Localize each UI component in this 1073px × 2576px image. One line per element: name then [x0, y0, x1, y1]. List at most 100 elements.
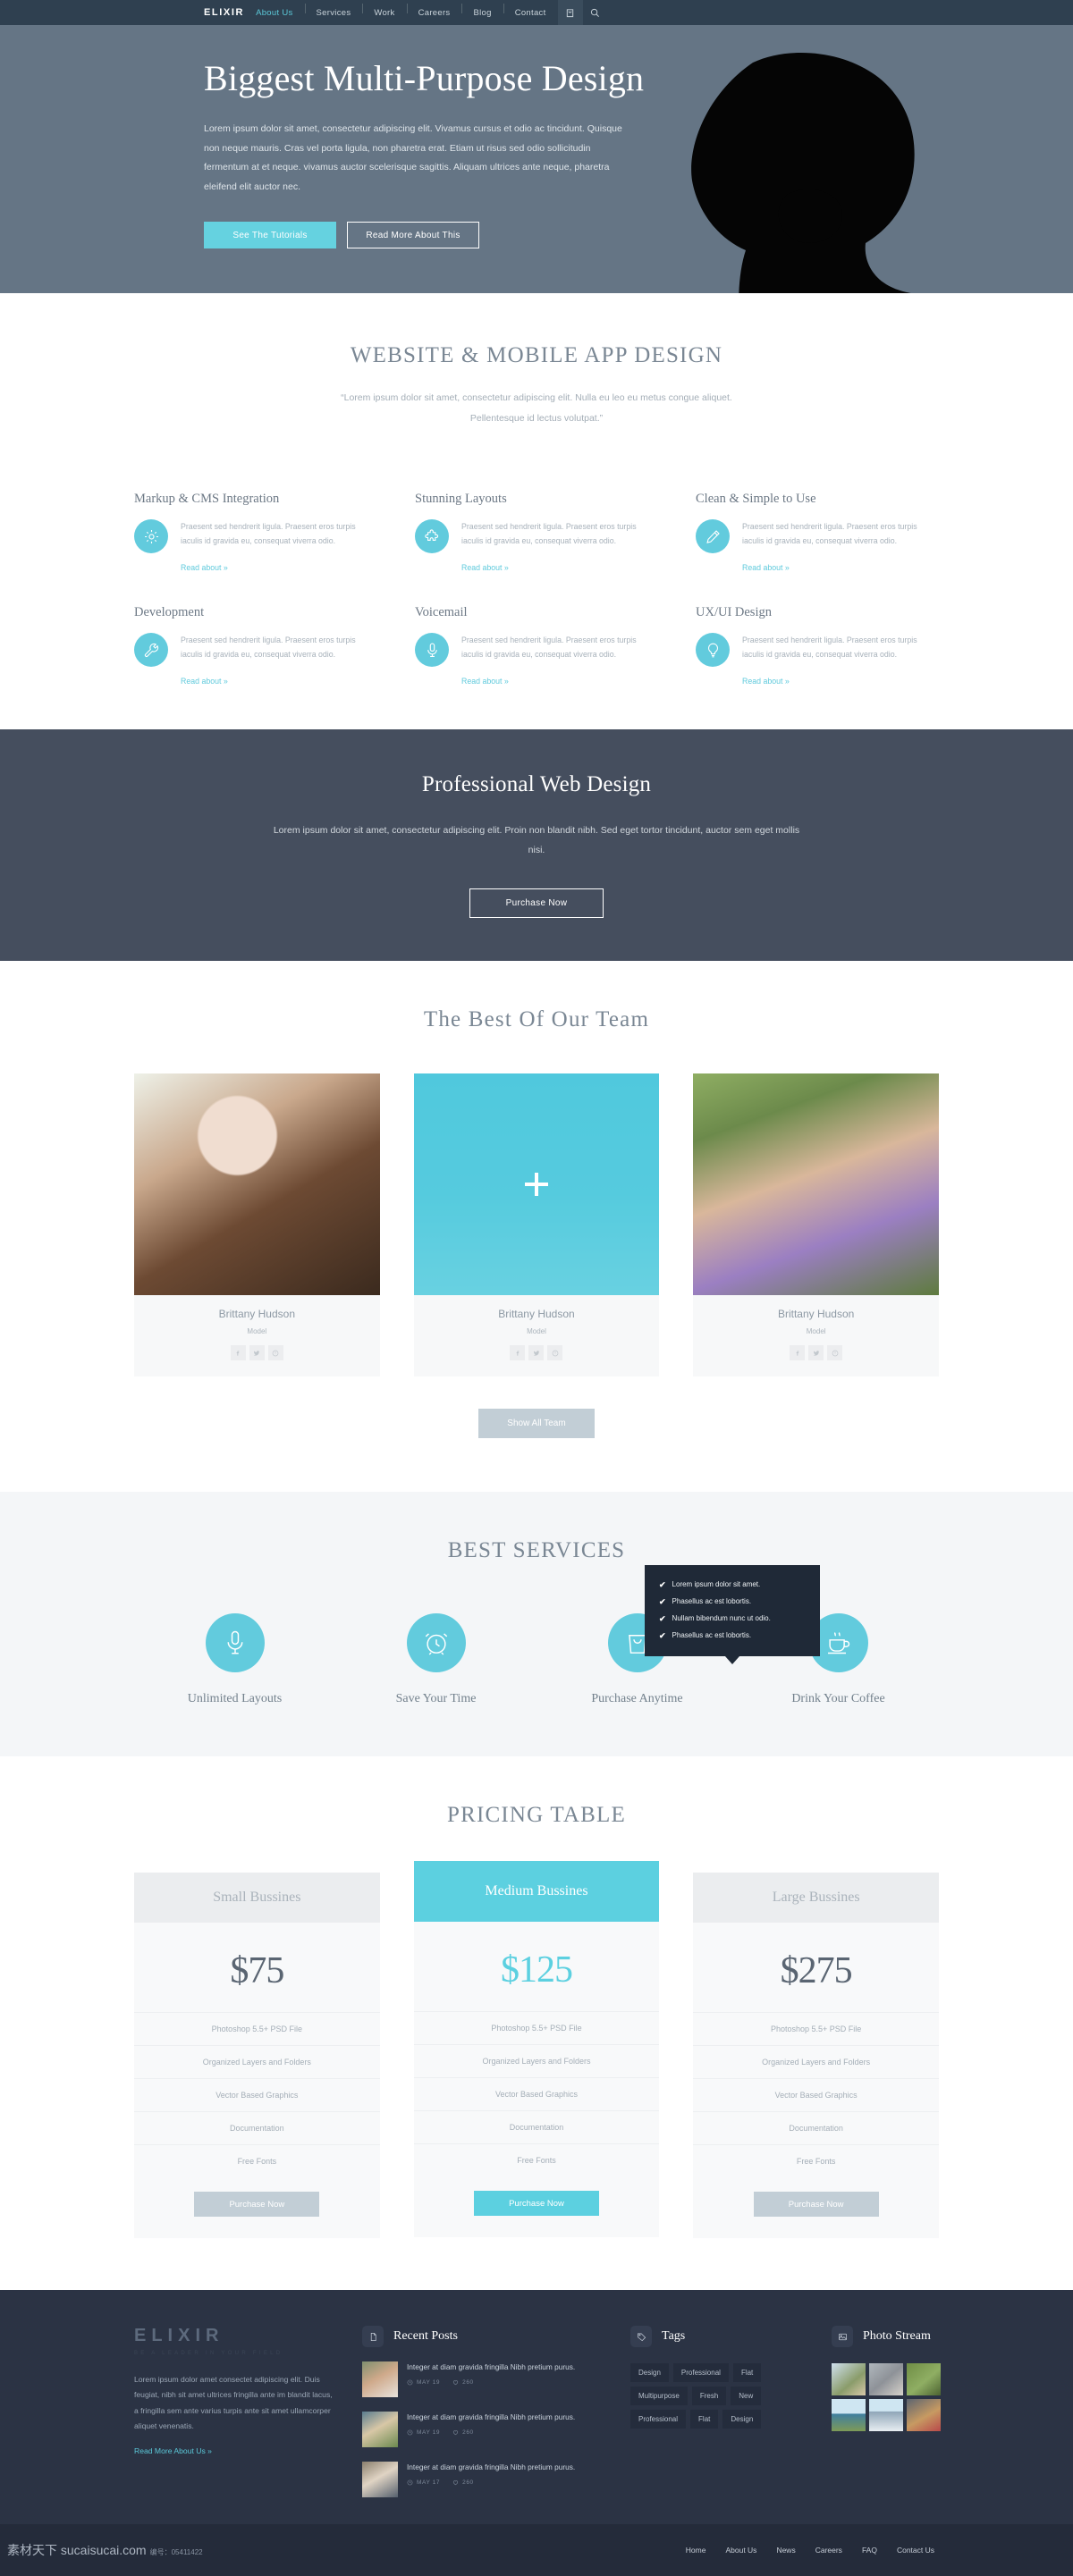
photo-stream-thumb[interactable]	[832, 2363, 866, 2396]
bottom-nav-faq[interactable]: FAQ	[862, 2546, 877, 2555]
pricing-feature: Vector Based Graphics	[134, 2078, 380, 2111]
heart-icon	[452, 2380, 459, 2386]
facebook-icon[interactable]	[790, 1345, 806, 1361]
pricing-feature: Vector Based Graphics	[413, 2077, 660, 2110]
nav-item-about-us[interactable]: About Us	[244, 8, 304, 18]
pricing-card-medium: Medium Bussines $125 Photoshop 5.5+ PSD …	[413, 1861, 660, 2238]
bottom-nav-contact-us[interactable]: Contact Us	[897, 2546, 934, 2555]
page-root: ELIXIR About Us Services Work Careers Bl…	[0, 0, 1073, 2576]
site-logo[interactable]: ELIXIR	[204, 7, 244, 18]
feature-read-about-link[interactable]: Read about »	[461, 677, 509, 686]
pricing-feature: Free Fonts	[134, 2144, 380, 2177]
pricing-purchase-button[interactable]: Purchase Now	[753, 2192, 879, 2218]
photo-stream-thumb[interactable]	[907, 2399, 941, 2432]
tooltip-list-item: ✔ Lorem ipsum dolor sit amet.	[659, 1577, 806, 1594]
cta-banner: Professional Web Design Lorem ipsum dolo…	[0, 729, 1073, 962]
pinterest-icon[interactable]	[547, 1345, 563, 1361]
twitter-icon[interactable]	[249, 1345, 265, 1361]
features-title: WEBSITE & MOBILE APP DESIGN	[350, 343, 723, 367]
bottom-navigation: Home About Us News Careers FAQ Contact U…	[686, 2546, 934, 2555]
team-photo-hover-overlay[interactable]	[413, 1073, 660, 1296]
bottom-nav-careers[interactable]: Careers	[815, 2546, 842, 2555]
tag-chip[interactable]: Fresh	[691, 2387, 727, 2406]
copyright-main: 素材天下 sucaisucai.com	[7, 2543, 147, 2558]
hero-content: Biggest Multi-Purpose Design Lorem ipsum…	[0, 25, 1073, 249]
nav-item-blog[interactable]: Blog	[461, 3, 503, 18]
nav-item-work[interactable]: Work	[362, 3, 406, 18]
feature-card-markup-cms: Markup & CMS Integration Praesent sed he…	[134, 492, 377, 575]
footer-about-column: ELIXIR BE A LEADER IN YOUR FIELD Lorem i…	[134, 2326, 335, 2497]
photo-stream-thumb[interactable]	[907, 2363, 941, 2396]
service-item-unlimited-layouts[interactable]: Unlimited Layouts	[134, 1613, 335, 1706]
service-item-save-your-time[interactable]: Save Your Time	[335, 1613, 536, 1706]
feature-read-about-link[interactable]: Read about »	[742, 677, 790, 686]
team-member-name: Brittany Hudson	[218, 1308, 296, 1321]
clock-icon	[407, 2429, 413, 2436]
bottom-nav-about-us[interactable]: About Us	[725, 2546, 756, 2555]
post-title: Integer at diam gravida fringilla Nibh p…	[407, 2462, 576, 2472]
clock-icon	[407, 2379, 413, 2386]
pricing-purchase-button[interactable]: Purchase Now	[473, 2191, 599, 2217]
team-card[interactable]: Brittany Hudson Model	[413, 1073, 660, 1377]
post-date: MAY 19	[407, 2379, 440, 2386]
twitter-icon[interactable]	[808, 1345, 824, 1361]
team-member-name: Brittany Hudson	[498, 1308, 575, 1321]
cta-purchase-now-button[interactable]: Purchase Now	[469, 888, 604, 919]
tag-chip[interactable]: Professional	[672, 2363, 729, 2383]
read-more-about-this-button[interactable]: Read More About This	[347, 222, 479, 249]
copyright-text: 素材天下 sucaisucai.com 编号：05411422	[7, 2541, 203, 2559]
photo-stream-thumb[interactable]	[832, 2399, 866, 2432]
feature-read-about-link[interactable]: Read about »	[742, 563, 790, 572]
tag-chip[interactable]: Professional	[630, 2410, 687, 2429]
feature-card-voicemail: Voicemail Praesent sed hendrerit ligula.…	[415, 605, 658, 688]
bottom-nav-home[interactable]: Home	[686, 2546, 706, 2555]
feature-title: Voicemail	[415, 605, 468, 620]
recent-post-item[interactable]: Integer at diam gravida fringilla Nibh p…	[362, 2462, 604, 2498]
photo-stream-grid	[832, 2363, 1024, 2432]
tag-chip[interactable]: Design	[722, 2410, 762, 2429]
tag-chip[interactable]: New	[731, 2387, 762, 2406]
photo-stream-thumb[interactable]	[869, 2363, 903, 2396]
tag-chip[interactable]: Design	[630, 2363, 669, 2383]
footer-section-heading: Photo Stream	[863, 2329, 931, 2344]
team-card[interactable]: Brittany Hudson Model	[693, 1073, 939, 1377]
cart-icon[interactable]	[557, 0, 583, 25]
pricing-feature: Organized Layers and Folders	[693, 2045, 939, 2078]
features-subtitle: “Lorem ipsum dolor sit amet, consectetur…	[134, 388, 939, 429]
nav-item-contact[interactable]: Contact	[503, 3, 558, 18]
search-icon[interactable]	[582, 0, 608, 25]
check-icon: ✔	[659, 1614, 666, 1624]
bottom-nav-news[interactable]: News	[776, 2546, 795, 2555]
team-card[interactable]: Brittany Hudson Model	[134, 1073, 380, 1377]
tag-chip[interactable]: Multipurpose	[630, 2387, 688, 2406]
pinterest-icon[interactable]	[267, 1345, 283, 1361]
features-section: WEBSITE & MOBILE APP DESIGN “Lorem ipsum…	[0, 293, 1073, 730]
nav-item-careers[interactable]: Careers	[406, 3, 462, 18]
footer-logo: ELIXIR	[134, 2326, 224, 2346]
footer-read-more-link[interactable]: Read More About Us »	[134, 2446, 212, 2455]
feature-read-about-link[interactable]: Read about »	[461, 563, 509, 572]
tooltip-list-item: ✔ Phasellus ac est lobortis.	[659, 1594, 806, 1611]
photo-stream-thumb[interactable]	[869, 2399, 903, 2432]
recent-post-item[interactable]: Integer at diam gravida fringilla Nibh p…	[362, 2361, 604, 2398]
footer-about-text: Lorem ipsum dolor amet consectet adipisc…	[134, 2375, 333, 2430]
footer-tags-column: Tags Design Professional Flat Multipurpo…	[630, 2326, 805, 2497]
twitter-icon[interactable]	[528, 1345, 545, 1361]
check-icon: ✔	[659, 1580, 666, 1590]
facebook-icon[interactable]	[230, 1345, 246, 1361]
recent-post-item[interactable]: Integer at diam gravida fringilla Nibh p…	[362, 2412, 604, 2448]
show-all-team-button[interactable]: Show All Team	[478, 1409, 595, 1439]
cta-paragraph: Lorem ipsum dolor sit amet, consectetur …	[273, 825, 800, 856]
feature-read-about-link[interactable]: Read about »	[181, 563, 228, 572]
pinterest-icon[interactable]	[827, 1345, 843, 1361]
pricing-purchase-button[interactable]: Purchase Now	[194, 2192, 320, 2218]
see-the-tutorials-button[interactable]: See The Tutorials	[204, 222, 336, 249]
microphone-icon	[415, 633, 449, 668]
facebook-icon[interactable]	[510, 1345, 526, 1361]
feature-read-about-link[interactable]: Read about »	[181, 677, 228, 686]
nav-item-services[interactable]: Services	[304, 3, 363, 18]
footer-photo-stream-column: Photo Stream	[832, 2326, 1024, 2497]
tag-chip[interactable]: Flat	[732, 2363, 762, 2383]
pricing-card-large: Large Bussines $275 Photoshop 5.5+ PSD F…	[693, 1873, 939, 2239]
tag-chip[interactable]: Flat	[690, 2410, 719, 2429]
